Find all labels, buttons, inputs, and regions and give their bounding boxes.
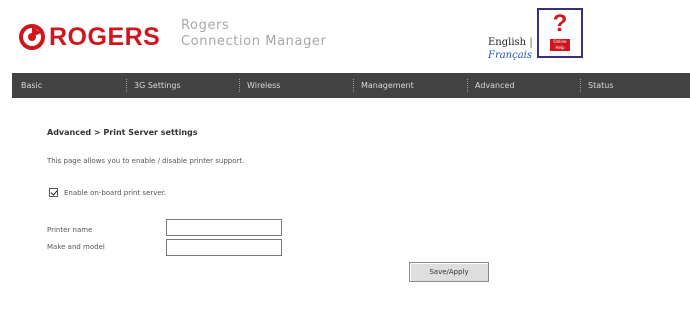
nav-management[interactable]: Management	[352, 73, 466, 98]
logo-text: ROGERS	[49, 23, 161, 51]
nav-status[interactable]: Status	[579, 73, 690, 98]
enable-print-server-checkbox[interactable]	[49, 188, 58, 197]
main-nav: Basic 3G Settings Wireless Management Ad…	[12, 73, 690, 98]
help-label: Online Help	[550, 39, 570, 51]
nav-3g-settings[interactable]: 3G Settings	[125, 73, 238, 98]
rogers-logo-icon	[19, 24, 45, 50]
make-model-label: Make and model	[47, 243, 105, 251]
nav-advanced[interactable]: Advanced	[466, 73, 579, 98]
printer-name-input[interactable]	[166, 219, 282, 236]
nav-wireless[interactable]: Wireless	[238, 73, 352, 98]
language-switcher: English | Français	[488, 36, 533, 62]
header: ROGERS Rogers Connection Manager English…	[0, 0, 690, 72]
nav-basic[interactable]: Basic	[12, 73, 125, 98]
enable-print-server-label: Enable on-board print server.	[64, 188, 167, 197]
language-separator: |	[529, 37, 533, 48]
english-link[interactable]: English	[488, 37, 526, 48]
product-line-1: Rogers	[181, 18, 230, 33]
rogers-logo: ROGERS	[19, 24, 160, 50]
page-description: This page allows you to enable / disable…	[47, 157, 245, 165]
make-model-input[interactable]	[166, 239, 282, 256]
product-name: Rogers Connection Manager	[181, 18, 326, 50]
breadcrumb: Advanced > Print Server settings	[47, 128, 198, 137]
printer-name-label: Printer name	[47, 226, 93, 234]
question-mark-icon: ?	[552, 10, 568, 37]
save-apply-button[interactable]: Save/Apply	[409, 262, 489, 282]
help-button[interactable]: ? Online Help	[537, 8, 583, 58]
enable-print-server-row: Enable on-board print server.	[49, 188, 166, 197]
product-line-2: Connection Manager	[181, 34, 327, 49]
french-link[interactable]: Français	[488, 50, 532, 61]
